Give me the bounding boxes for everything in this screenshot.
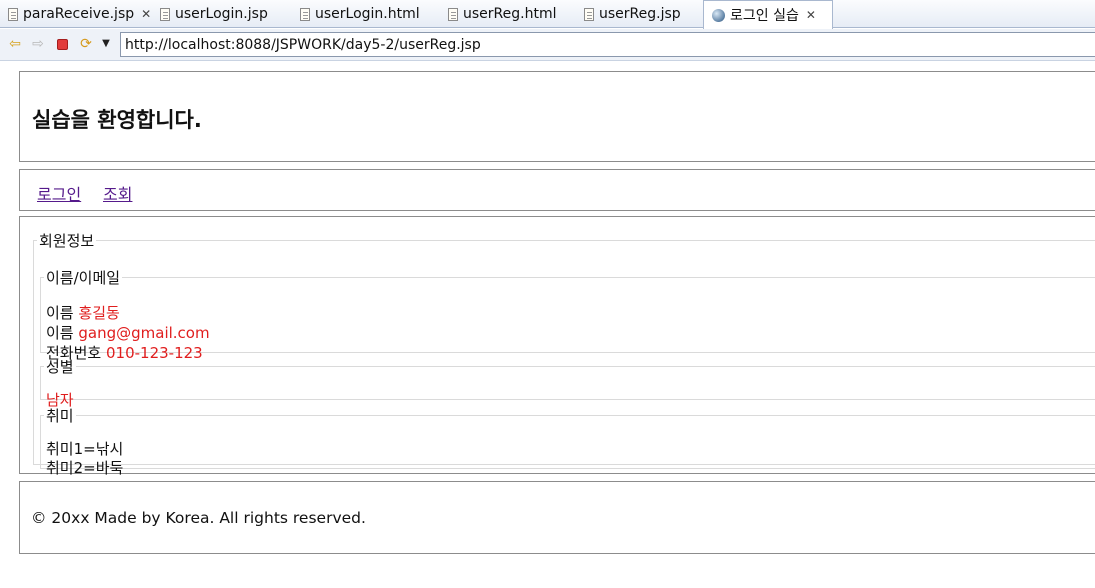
tab-label: userReg.html [463, 6, 557, 22]
tab-label: paraReceive.jsp [23, 6, 135, 22]
email-row: 이름 gang@gmail.com [46, 323, 210, 343]
login-link[interactable]: 로그인 [37, 181, 81, 205]
name-label: 이름 [46, 304, 74, 322]
gender-fieldset: 성별 남자 [40, 356, 1095, 409]
name-email-legend: 이름/이메일 [46, 269, 121, 287]
page-title: 실습을 환영합니다. [32, 108, 202, 132]
tab-label: 로그인 실습 [730, 8, 799, 24]
tab-label: userReg.jsp [599, 6, 681, 22]
url-input[interactable] [120, 32, 1095, 57]
close-icon[interactable]: ✕ [141, 7, 151, 21]
tab-userlogin-jsp[interactable]: userLogin.jsp [152, 0, 292, 28]
file-icon [584, 7, 594, 21]
hobby-legend: 취미 [46, 407, 74, 425]
file-icon [448, 7, 458, 21]
tab-label: userLogin.jsp [175, 6, 268, 22]
back-arrow-icon[interactable]: ⇦ [7, 36, 23, 52]
tab-label: userLogin.html [315, 6, 420, 22]
name-email-fieldset: 이름/이메일 이름 홍길동 이름 gang@gmail.com 전화번호 010… [40, 267, 1095, 362]
tab-userreg-html[interactable]: userReg.html [440, 0, 576, 28]
tab-login-practice[interactable]: 로그인 실습 ✕ [703, 0, 833, 29]
browser-toolbar: ⇦ ⇨ ⟳ ▼ [0, 29, 1095, 61]
name-value: 홍길동 [78, 304, 120, 322]
stop-icon[interactable] [54, 36, 70, 52]
tab-parareceive-jsp[interactable]: paraReceive.jsp ✕ [0, 0, 152, 28]
member-info-fieldset: 회원정보 이름/이메일 이름 홍길동 이름 gang@gmail.com 전화번… [33, 230, 1095, 477]
forward-arrow-icon[interactable]: ⇨ [30, 36, 46, 52]
gender-legend: 성별 [46, 358, 74, 376]
nav-panel: 로그인 조회 [19, 169, 1095, 211]
member-info-legend: 회원정보 [39, 232, 95, 250]
dropdown-icon[interactable]: ▼ [98, 36, 114, 52]
editor-tab-strip: paraReceive.jsp ✕ userLogin.jsp userLogi… [0, 0, 1095, 29]
refresh-icon[interactable]: ⟳ [78, 36, 94, 52]
email-value: gang@gmail.com [78, 324, 210, 342]
lookup-link[interactable]: 조회 [103, 181, 132, 205]
file-icon [300, 7, 310, 21]
hobby-fieldset: 취미 취미1=낚시 취미2=바둑 [40, 405, 1095, 477]
footer-copyright: © 20xx Made by Korea. All rights reserve… [31, 509, 366, 527]
hobby-item: 취미2=바둑 [46, 459, 124, 477]
header-panel: 실습을 환영합니다. [19, 71, 1095, 162]
file-icon [8, 7, 18, 21]
content-panel: 회원정보 이름/이메일 이름 홍길동 이름 gang@gmail.com 전화번… [19, 216, 1095, 477]
name-row: 이름 홍길동 [46, 303, 120, 323]
tab-userlogin-html[interactable]: userLogin.html [292, 0, 440, 28]
email-label: 이름 [46, 324, 74, 342]
close-icon[interactable]: ✕ [806, 8, 816, 22]
hobby-item: 취미1=낚시 [46, 440, 124, 458]
file-icon [160, 7, 170, 21]
globe-icon [712, 8, 725, 22]
footer-panel: © 20xx Made by Korea. All rights reserve… [19, 481, 1095, 554]
tab-userreg-jsp[interactable]: userReg.jsp [576, 0, 703, 28]
